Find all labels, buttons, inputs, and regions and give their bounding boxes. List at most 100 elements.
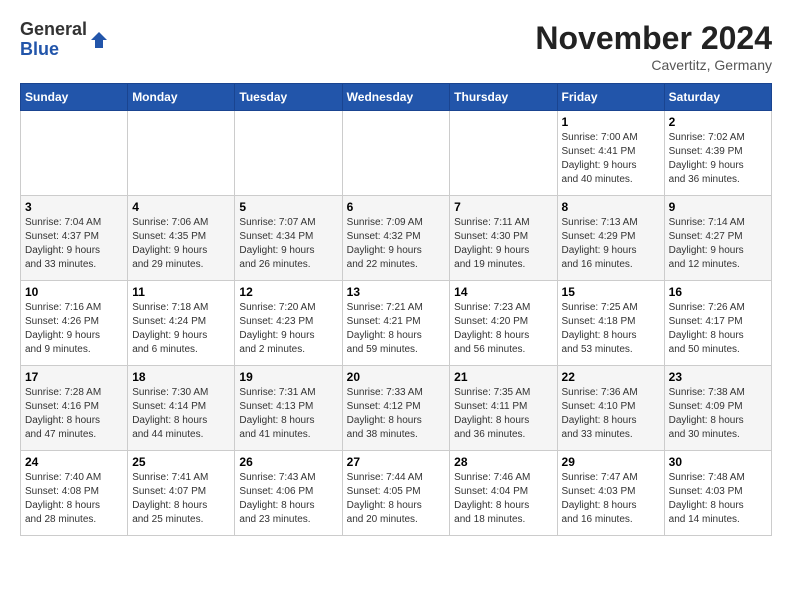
calendar-cell: 28 Sunrise: 7:46 AM Sunset: 4:04 PM Dayli… <box>450 451 557 536</box>
calendar: SundayMondayTuesdayWednesdayThursdayFrid… <box>20 83 772 536</box>
calendar-cell: 25 Sunrise: 7:41 AM Sunset: 4:07 PM Dayli… <box>128 451 235 536</box>
day-header-thursday: Thursday <box>450 84 557 111</box>
calendar-cell <box>21 111 128 196</box>
day-header-monday: Monday <box>128 84 235 111</box>
day-info: Sunrise: 7:11 AM Sunset: 4:30 PM Dayligh… <box>454 216 552 272</box>
day-number: 14 <box>454 285 552 299</box>
day-header-wednesday: Wednesday <box>342 84 450 111</box>
calendar-cell: 23 Sunrise: 7:38 AM Sunset: 4:09 PM Dayli… <box>664 366 771 451</box>
title-area: November 2024 Cavertitz, Germany <box>535 20 772 73</box>
calendar-cell: 18 Sunrise: 7:30 AM Sunset: 4:14 PM Dayli… <box>128 366 235 451</box>
day-number: 6 <box>347 200 446 214</box>
calendar-cell: 5 Sunrise: 7:07 AM Sunset: 4:34 PM Daylig… <box>235 196 342 281</box>
calendar-cell: 14 Sunrise: 7:23 AM Sunset: 4:20 PM Dayli… <box>450 281 557 366</box>
day-info: Sunrise: 7:07 AM Sunset: 4:34 PM Dayligh… <box>239 216 337 272</box>
day-info: Sunrise: 7:33 AM Sunset: 4:12 PM Dayligh… <box>347 386 446 442</box>
day-number: 25 <box>132 455 230 469</box>
day-number: 2 <box>669 115 767 129</box>
day-info: Sunrise: 7:16 AM Sunset: 4:26 PM Dayligh… <box>25 301 123 357</box>
day-number: 21 <box>454 370 552 384</box>
calendar-cell: 22Sunrise: 7:36 AM Sunset: 4:10 PM Dayli… <box>557 366 664 451</box>
calendar-week-5: 24Sunrise: 7:40 AM Sunset: 4:08 PM Dayli… <box>21 451 772 536</box>
day-info: Sunrise: 7:00 AM Sunset: 4:41 PM Dayligh… <box>562 131 660 187</box>
day-number: 29 <box>562 455 660 469</box>
day-info: Sunrise: 7:20 AM Sunset: 4:23 PM Dayligh… <box>239 301 337 357</box>
day-info: Sunrise: 7:25 AM Sunset: 4:18 PM Dayligh… <box>562 301 660 357</box>
header: General Blue November 2024 Cavertitz, Ge… <box>20 20 772 73</box>
calendar-cell: 11 Sunrise: 7:18 AM Sunset: 4:24 PM Dayli… <box>128 281 235 366</box>
day-info: Sunrise: 7:47 AM Sunset: 4:03 PM Dayligh… <box>562 471 660 527</box>
calendar-week-3: 10 Sunrise: 7:16 AM Sunset: 4:26 PM Dayli… <box>21 281 772 366</box>
day-info: Sunrise: 7:09 AM Sunset: 4:32 PM Dayligh… <box>347 216 446 272</box>
calendar-cell: 3 Sunrise: 7:04 AM Sunset: 4:37 PM Daylig… <box>21 196 128 281</box>
day-number: 26 <box>239 455 337 469</box>
day-info: Sunrise: 7:23 AM Sunset: 4:20 PM Dayligh… <box>454 301 552 357</box>
location: Cavertitz, Germany <box>535 57 772 73</box>
calendar-week-1: 1 Sunrise: 7:00 AM Sunset: 4:41 PM Daylig… <box>21 111 772 196</box>
day-number: 30 <box>669 455 767 469</box>
calendar-cell: 19Sunrise: 7:31 AM Sunset: 4:13 PM Dayli… <box>235 366 342 451</box>
day-info: Sunrise: 7:04 AM Sunset: 4:37 PM Dayligh… <box>25 216 123 272</box>
calendar-cell: 24Sunrise: 7:40 AM Sunset: 4:08 PM Dayli… <box>21 451 128 536</box>
day-number: 28 <box>454 455 552 469</box>
logo-general: General <box>20 19 87 39</box>
day-info: Sunrise: 7:14 AM Sunset: 4:27 PM Dayligh… <box>669 216 767 272</box>
day-number: 5 <box>239 200 337 214</box>
day-header-friday: Friday <box>557 84 664 111</box>
calendar-cell: 26 Sunrise: 7:43 AM Sunset: 4:06 PM Dayli… <box>235 451 342 536</box>
day-info: Sunrise: 7:35 AM Sunset: 4:11 PM Dayligh… <box>454 386 552 442</box>
day-info: Sunrise: 7:46 AM Sunset: 4:04 PM Dayligh… <box>454 471 552 527</box>
day-info: Sunrise: 7:13 AM Sunset: 4:29 PM Dayligh… <box>562 216 660 272</box>
day-number: 18 <box>132 370 230 384</box>
calendar-cell: 12 Sunrise: 7:20 AM Sunset: 4:23 PM Dayli… <box>235 281 342 366</box>
day-number: 20 <box>347 370 446 384</box>
calendar-cell <box>235 111 342 196</box>
day-number: 16 <box>669 285 767 299</box>
day-number: 12 <box>239 285 337 299</box>
day-info: Sunrise: 7:21 AM Sunset: 4:21 PM Dayligh… <box>347 301 446 357</box>
calendar-cell: 17Sunrise: 7:28 AM Sunset: 4:16 PM Dayli… <box>21 366 128 451</box>
calendar-cell <box>450 111 557 196</box>
calendar-week-2: 3 Sunrise: 7:04 AM Sunset: 4:37 PM Daylig… <box>21 196 772 281</box>
calendar-cell: 7 Sunrise: 7:11 AM Sunset: 4:30 PM Daylig… <box>450 196 557 281</box>
day-number: 4 <box>132 200 230 214</box>
day-info: Sunrise: 7:41 AM Sunset: 4:07 PM Dayligh… <box>132 471 230 527</box>
day-header-tuesday: Tuesday <box>235 84 342 111</box>
calendar-cell: 30Sunrise: 7:48 AM Sunset: 4:03 PM Dayli… <box>664 451 771 536</box>
calendar-cell: 4 Sunrise: 7:06 AM Sunset: 4:35 PM Daylig… <box>128 196 235 281</box>
day-header-sunday: Sunday <box>21 84 128 111</box>
day-number: 10 <box>25 285 123 299</box>
logo: General Blue <box>20 20 109 60</box>
day-number: 13 <box>347 285 446 299</box>
day-info: Sunrise: 7:44 AM Sunset: 4:05 PM Dayligh… <box>347 471 446 527</box>
calendar-cell: 29 Sunrise: 7:47 AM Sunset: 4:03 PM Dayli… <box>557 451 664 536</box>
day-number: 11 <box>132 285 230 299</box>
day-info: Sunrise: 7:18 AM Sunset: 4:24 PM Dayligh… <box>132 301 230 357</box>
day-header-saturday: Saturday <box>664 84 771 111</box>
day-info: Sunrise: 7:30 AM Sunset: 4:14 PM Dayligh… <box>132 386 230 442</box>
calendar-cell: 13 Sunrise: 7:21 AM Sunset: 4:21 PM Dayli… <box>342 281 450 366</box>
day-number: 7 <box>454 200 552 214</box>
calendar-cell: 15Sunrise: 7:25 AM Sunset: 4:18 PM Dayli… <box>557 281 664 366</box>
calendar-cell: 21 Sunrise: 7:35 AM Sunset: 4:11 PM Dayli… <box>450 366 557 451</box>
day-info: Sunrise: 7:26 AM Sunset: 4:17 PM Dayligh… <box>669 301 767 357</box>
calendar-cell <box>342 111 450 196</box>
day-number: 23 <box>669 370 767 384</box>
calendar-cell: 2Sunrise: 7:02 AM Sunset: 4:39 PM Daylig… <box>664 111 771 196</box>
day-number: 3 <box>25 200 123 214</box>
calendar-cell: 8 Sunrise: 7:13 AM Sunset: 4:29 PM Daylig… <box>557 196 664 281</box>
day-number: 1 <box>562 115 660 129</box>
calendar-week-4: 17Sunrise: 7:28 AM Sunset: 4:16 PM Dayli… <box>21 366 772 451</box>
day-number: 24 <box>25 455 123 469</box>
day-number: 27 <box>347 455 446 469</box>
day-info: Sunrise: 7:06 AM Sunset: 4:35 PM Dayligh… <box>132 216 230 272</box>
day-info: Sunrise: 7:38 AM Sunset: 4:09 PM Dayligh… <box>669 386 767 442</box>
month-title: November 2024 <box>535 20 772 57</box>
calendar-cell: 9Sunrise: 7:14 AM Sunset: 4:27 PM Daylig… <box>664 196 771 281</box>
day-info: Sunrise: 7:43 AM Sunset: 4:06 PM Dayligh… <box>239 471 337 527</box>
calendar-cell: 27 Sunrise: 7:44 AM Sunset: 4:05 PM Dayli… <box>342 451 450 536</box>
calendar-cell: 10 Sunrise: 7:16 AM Sunset: 4:26 PM Dayli… <box>21 281 128 366</box>
day-number: 8 <box>562 200 660 214</box>
calendar-header-row: SundayMondayTuesdayWednesdayThursdayFrid… <box>21 84 772 111</box>
calendar-cell: 6 Sunrise: 7:09 AM Sunset: 4:32 PM Daylig… <box>342 196 450 281</box>
